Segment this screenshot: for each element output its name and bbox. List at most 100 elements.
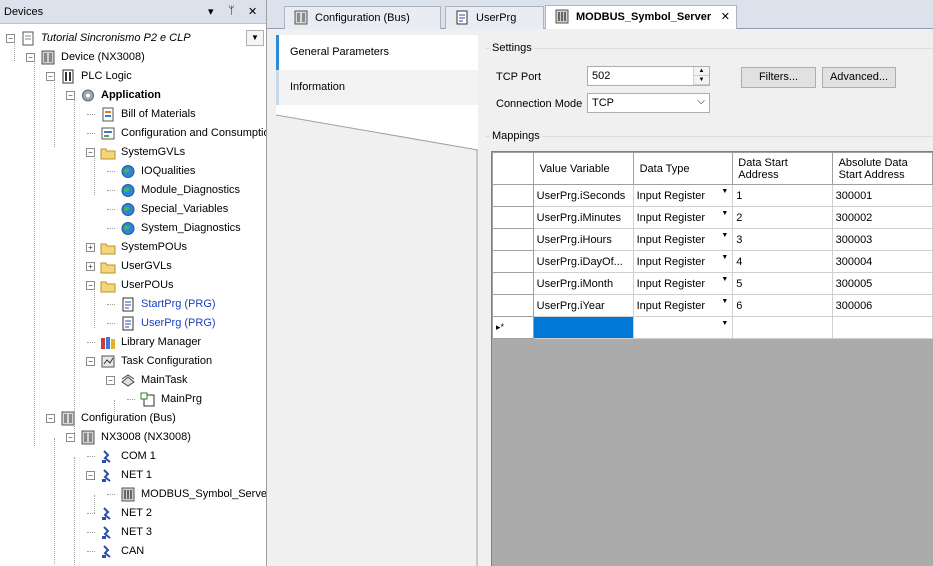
collapse-icon[interactable]: − xyxy=(46,414,55,423)
tree-item[interactable]: NET 2 xyxy=(0,504,266,523)
data-start-cell[interactable]: 1 xyxy=(732,184,833,207)
dropdown-arrow-icon[interactable]: ▼ xyxy=(721,210,728,217)
data-type-cell[interactable]: Input Register ▼ xyxy=(632,184,734,207)
tree-item[interactable]: System_Diagnostics xyxy=(0,219,266,238)
absolute-address-cell[interactable]: 300005 xyxy=(831,272,933,295)
tree-item[interactable]: − Task Configuration xyxy=(0,352,266,371)
data-type-cell[interactable]: Input Register ▼ xyxy=(632,250,734,273)
column-header-absolute-address[interactable]: Absolute Data Start Address xyxy=(831,152,933,185)
advanced-button[interactable]: Advanced... xyxy=(822,67,896,88)
new-absolute-address-cell[interactable] xyxy=(831,316,933,339)
collapse-icon[interactable]: − xyxy=(86,471,95,480)
tree-item[interactable]: + UserGVLs xyxy=(0,257,266,276)
tree-item[interactable]: + SystemPOUs xyxy=(0,238,266,257)
tree-item[interactable]: NET 3 xyxy=(0,523,266,542)
tree-item[interactable]: Library Manager xyxy=(0,333,266,352)
tree-item[interactable]: Special_Variables xyxy=(0,200,266,219)
data-type-cell[interactable]: Input Register ▼ xyxy=(632,294,734,317)
tree-item[interactable]: COM 1 xyxy=(0,447,266,466)
value-variable-cell[interactable]: UserPrg.iYear xyxy=(532,294,634,317)
tree-item[interactable]: − Configuration (Bus) xyxy=(0,409,266,428)
tree-item[interactable]: − NX3008 (NX3008) xyxy=(0,428,266,447)
absolute-address-cell[interactable]: 300001 xyxy=(831,184,933,207)
table-row[interactable]: UserPrg.iSeconds Input Register ▼ 1 300001 xyxy=(492,184,933,207)
filters-button[interactable]: Filters... xyxy=(741,67,816,88)
tab-modbus-symbol-server[interactable]: MODBUS_Symbol_Server ✕ xyxy=(545,5,737,29)
table-row[interactable]: UserPrg.iHours Input Register ▼ 3 300003 xyxy=(492,228,933,251)
absolute-address-cell[interactable]: 300006 xyxy=(831,294,933,317)
spin-down-icon[interactable]: ▼ xyxy=(694,76,709,85)
data-start-cell[interactable]: 4 xyxy=(732,250,833,273)
column-header-data-start-address[interactable]: Data Start Address xyxy=(732,152,833,185)
collapse-icon[interactable]: − xyxy=(86,357,95,366)
table-row[interactable]: UserPrg.iYear Input Register ▼ 6 300006 xyxy=(492,294,933,317)
row-header[interactable] xyxy=(492,250,534,273)
column-header-value-variable[interactable]: Value Variable xyxy=(532,152,634,185)
tree-dropdown-button[interactable]: ▼ xyxy=(246,30,264,46)
tree-item[interactable]: Bill of Materials xyxy=(0,105,266,124)
row-header[interactable] xyxy=(492,272,534,295)
dropdown-arrow-icon[interactable]: ▼ xyxy=(721,232,728,239)
tree-item[interactable]: Module_Diagnostics xyxy=(0,181,266,200)
tree-item[interactable]: IOQualities xyxy=(0,162,266,181)
data-start-cell[interactable]: 6 xyxy=(732,294,833,317)
tab-userprg[interactable]: UserPrg xyxy=(445,6,544,29)
pin-icon[interactable]: ᛘ xyxy=(228,5,235,17)
column-header-data-type[interactable]: Data Type xyxy=(632,152,734,185)
tree-item[interactable]: − UserPOUs xyxy=(0,276,266,295)
data-start-cell[interactable]: 3 xyxy=(732,228,833,251)
tab-information[interactable]: Information xyxy=(276,70,478,105)
tree-item[interactable]: − SystemGVLs xyxy=(0,143,266,162)
dropdown-arrow-icon[interactable]: ▼ xyxy=(721,320,728,327)
row-header[interactable] xyxy=(492,206,534,229)
tree-item[interactable]: − Application xyxy=(0,86,266,105)
table-row[interactable]: UserPrg.iMinutes Input Register ▼ 2 300002 xyxy=(492,206,933,229)
tree-item[interactable]: UserPrg (PRG) xyxy=(0,314,266,333)
tab-configuration-bus[interactable]: Configuration (Bus) xyxy=(284,6,441,29)
tab-general-parameters[interactable]: General Parameters xyxy=(276,35,478,70)
dropdown-arrow-icon[interactable]: ▼ xyxy=(721,298,728,305)
expand-icon[interactable]: + xyxy=(86,262,95,271)
tree-item[interactable]: − NET 1 xyxy=(0,466,266,485)
absolute-address-cell[interactable]: 300004 xyxy=(831,250,933,273)
data-type-cell[interactable]: Input Register ▼ xyxy=(632,272,734,295)
new-row[interactable]: ▸* ▼ xyxy=(492,316,933,339)
dropdown-arrow-icon[interactable]: ▼ xyxy=(721,276,728,283)
data-start-cell[interactable]: 2 xyxy=(732,206,833,229)
spin-up-icon[interactable]: ▲ xyxy=(694,67,709,76)
row-header[interactable] xyxy=(492,294,534,317)
value-variable-cell[interactable]: UserPrg.iHours xyxy=(532,228,634,251)
tree-item[interactable]: − PLC Logic xyxy=(0,67,266,86)
new-data-start-cell[interactable] xyxy=(732,316,833,339)
tree-item[interactable]: − MainTask xyxy=(0,371,266,390)
tree-item[interactable]: StartPrg (PRG) xyxy=(0,295,266,314)
tree-item[interactable]: MODBUS_Symbol_Server xyxy=(0,485,266,504)
value-variable-cell[interactable]: UserPrg.iMonth xyxy=(532,272,634,295)
collapse-icon[interactable]: − xyxy=(106,376,115,385)
table-row[interactable]: UserPrg.iMonth Input Register ▼ 5 300005 xyxy=(492,272,933,295)
dropdown-arrow-icon[interactable]: ▼ xyxy=(721,188,728,195)
absolute-address-cell[interactable]: 300002 xyxy=(831,206,933,229)
tree-item[interactable]: Configuration and Consumption xyxy=(0,124,266,143)
tcp-port-spinner[interactable]: ▲ ▼ xyxy=(693,67,709,85)
expand-icon[interactable]: + xyxy=(86,243,95,252)
tree-item[interactable]: MainPrg xyxy=(0,390,266,409)
value-variable-cell[interactable]: UserPrg.iSeconds xyxy=(532,184,634,207)
close-tab-icon[interactable]: ✕ xyxy=(721,10,730,23)
tree-item[interactable]: − Device (NX3008) xyxy=(0,48,266,67)
connection-mode-select[interactable]: TCP ⌵ xyxy=(587,93,710,113)
close-icon[interactable]: ✕ xyxy=(248,5,257,18)
new-data-type-cell[interactable]: ▼ xyxy=(632,316,734,339)
panel-menu-icon[interactable]: ▾ xyxy=(208,5,214,18)
value-variable-cell[interactable]: UserPrg.iMinutes xyxy=(532,206,634,229)
tree-item[interactable]: CAN xyxy=(0,542,266,561)
absolute-address-cell[interactable]: 300003 xyxy=(831,228,933,251)
tcp-port-input[interactable]: 502 ▲ ▼ xyxy=(587,66,710,86)
row-header[interactable] xyxy=(492,184,534,207)
data-type-cell[interactable]: Input Register ▼ xyxy=(632,228,734,251)
dropdown-arrow-icon[interactable]: ▼ xyxy=(721,254,728,261)
new-value-variable-cell[interactable] xyxy=(532,316,634,339)
table-row[interactable]: UserPrg.iDayOf... Input Register ▼ 4 300004 xyxy=(492,250,933,273)
data-type-cell[interactable]: Input Register ▼ xyxy=(632,206,734,229)
value-variable-cell[interactable]: UserPrg.iDayOf... xyxy=(532,250,634,273)
